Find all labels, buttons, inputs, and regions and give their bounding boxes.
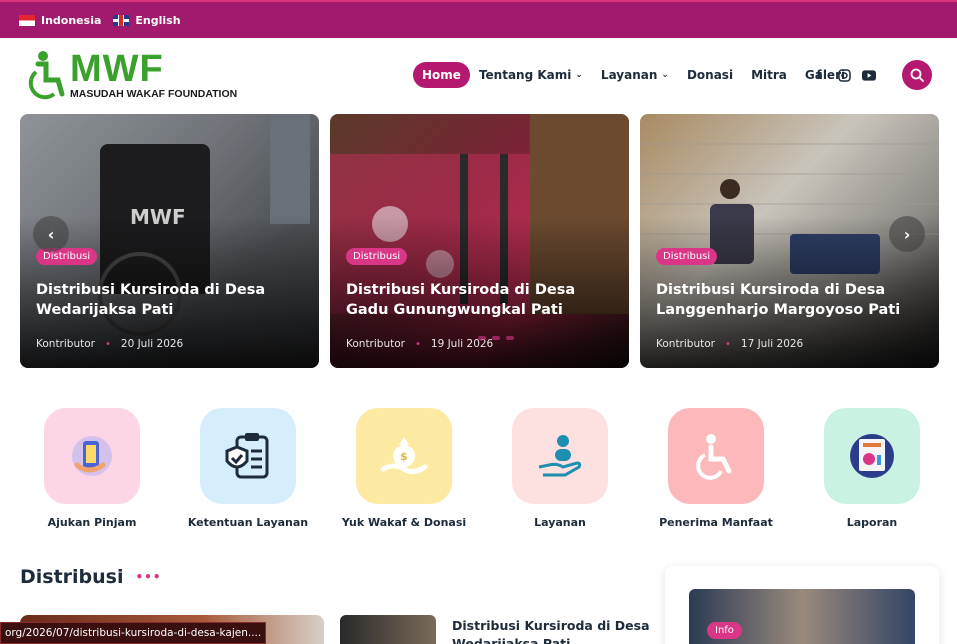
site-logo[interactable]: MWF MASUDAH WAKAF FOUNDATION [28,48,237,102]
quick-link-penerima-manfaat[interactable]: Penerima Manfaat [641,408,791,529]
quick-link-label: Yuk Wakaf & Donasi [341,516,467,529]
separator-dot: • [104,338,111,350]
info-badge[interactable]: Info [707,622,742,639]
lang-label: English [135,13,181,27]
quick-link-label: Laporan [846,516,898,529]
category-badge[interactable]: Distribusi [346,248,408,265]
separator-dot: • [724,338,731,350]
slide-card[interactable]: Distribusi Distribusi Kursiroda di Desa … [330,114,629,368]
report-chart-icon [824,408,920,504]
nav-label: Layanan [600,68,658,82]
slider-prev-button[interactable]: ‹ [33,216,69,252]
category-badge[interactable]: Distribusi [656,248,718,265]
nav-label: Tentang Kami [478,68,572,82]
logo-title: MWF [70,48,164,90]
uk-flag-icon [113,14,130,26]
chevron-left-icon: ‹ [47,224,55,244]
svg-text:$: $ [400,450,408,463]
quick-link-layanan[interactable]: Layanan [485,408,635,529]
quick-link-label: Penerima Manfaat [659,516,773,529]
section-title: Distribusi ••• [20,566,162,588]
chevron-down-icon: ⌄ [575,70,583,80]
separator-dot: • [414,338,421,350]
slider-pager[interactable] [478,336,514,340]
wheelchair-logo-icon [28,51,65,100]
logo-subtitle: MASUDAH WAKAF FOUNDATION [70,88,238,100]
nav-label: Donasi [686,68,734,82]
card-date: 17 Juli 2026 [740,338,804,350]
sidebar-widget: Info [665,566,939,644]
youtube-icon[interactable] [862,68,876,82]
indonesia-flag-icon [19,14,35,26]
facebook-icon[interactable]: f [812,68,826,82]
card-meta: Kontributor • 19 Juli 2026 [346,338,493,350]
clipboard-hand-icon [44,408,140,504]
post-title[interactable]: Distribusi Kursiroda di Desa Wedarijaksa… [452,617,652,644]
card-title[interactable]: Distribusi Kursiroda di Desa Wedarijaksa… [36,280,306,320]
quick-link-label: Ketentuan Layanan [187,516,309,529]
nav-label: Mitra [751,68,787,82]
card-title[interactable]: Distribusi Kursiroda di Desa Langgenharj… [656,280,926,320]
slider-next-button[interactable]: › [889,216,925,252]
chevron-down-icon: ⌄ [661,70,669,80]
nav-tentang-kami[interactable]: Tentang Kami ⌄ [470,62,592,88]
quick-link-laporan[interactable]: Laporan [797,408,947,529]
quick-link-ajukan-pinjam[interactable]: Ajukan Pinjam [17,408,167,529]
quick-link-label: Ajukan Pinjam [47,516,137,529]
person-hand-icon [512,408,608,504]
lang-indonesia[interactable]: Indonesia [19,14,101,27]
card-meta: Kontributor • 17 Juli 2026 [656,338,803,350]
search-button[interactable] [902,60,932,90]
section-title-text: Distribusi [20,566,124,588]
card-author: Kontributor [346,338,405,350]
nav-home[interactable]: Home [413,62,470,88]
featured-slider: MWF Distribusi Distribusi Kursiroda di D… [20,114,939,368]
search-icon [910,68,924,82]
chevron-right-icon: › [903,224,911,244]
nav-layanan[interactable]: Layanan ⌄ [592,62,678,88]
money-bag-hand-icon: $ [356,408,452,504]
instagram-icon[interactable] [837,68,851,82]
nav-donasi[interactable]: Donasi [678,62,742,88]
language-bar: Indonesia English [0,0,957,38]
quick-link-ketentuan-layanan[interactable]: Ketentuan Layanan [173,408,323,529]
lang-label: Indonesia [41,13,102,27]
quick-link-wakaf-donasi[interactable]: $ Yuk Wakaf & Donasi [329,408,479,529]
shield-checklist-icon [200,408,296,504]
card-date: 20 Juli 2026 [120,338,184,350]
decorative-dots: ••• [135,570,162,584]
status-url-bar: org/2026/07/distribusi-kursiroda-di-desa… [0,622,267,644]
card-author: Kontributor [656,338,715,350]
main-nav: Home Tentang Kami ⌄ Layanan ⌄ Donasi Mitra… [413,62,854,88]
quick-links: Ajukan Pinjam Ketentuan Layanan $ Yuk Wa… [20,408,939,538]
site-header: MWF MASUDAH WAKAF FOUNDATION Home Tentan… [0,38,957,114]
wheelchair-icon [668,408,764,504]
card-title[interactable]: Distribusi Kursiroda di Desa Gadu Gunung… [346,280,616,320]
nav-mitra[interactable]: Mitra [742,62,796,88]
quick-link-label: Layanan [534,516,586,529]
nav-label: Home [422,68,461,82]
social-links: f [812,68,876,82]
card-meta: Kontributor • 20 Juli 2026 [36,338,183,350]
post-thumbnail-small[interactable] [340,615,436,644]
lang-english[interactable]: English [113,13,181,27]
card-author: Kontributor [36,338,95,350]
